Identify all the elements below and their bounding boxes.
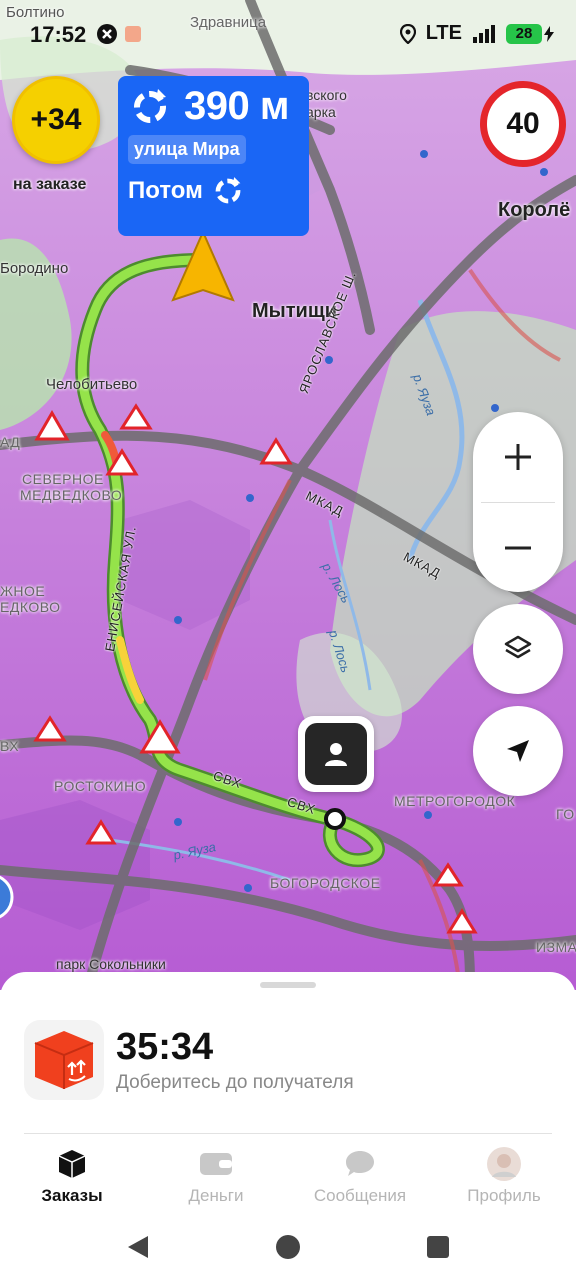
- map-label-district: МЕТРОГОРОДОК: [394, 793, 516, 809]
- zoom-in-button[interactable]: [473, 412, 563, 502]
- navigation-arrow-icon: [507, 740, 529, 762]
- map-label-district: МЕДВЕДКОВО: [20, 487, 123, 503]
- layers-icon: [504, 635, 532, 659]
- status-time: 17:52: [30, 22, 87, 47]
- roundabout-icon: [134, 88, 166, 123]
- map-label-district: БОГОРОДСКОЕ: [270, 875, 381, 891]
- home-icon[interactable]: [275, 1234, 301, 1260]
- tab-label: Деньги: [188, 1186, 244, 1205]
- tab-label: Заказы: [41, 1186, 103, 1205]
- map-label-district: РОСТОКИНО: [54, 778, 147, 794]
- maneuver-distance: 390 м: [184, 84, 289, 128]
- map-label-district: ЕДКОВО: [0, 599, 61, 615]
- minus-icon: [505, 546, 531, 550]
- tab-messages[interactable]: Сообщения: [288, 1136, 432, 1216]
- next-maneuver-label: Потом: [128, 177, 203, 204]
- charging-icon: [544, 25, 554, 42]
- map-label: Челобитьево: [46, 376, 138, 393]
- plus-icon: [505, 444, 531, 470]
- tab-label: Профиль: [467, 1186, 541, 1205]
- close-circle-icon: [97, 24, 117, 44]
- speed-limit-sign: 40: [480, 81, 566, 167]
- maneuver-street: улица Мира: [128, 135, 246, 164]
- battery-indicator: 28: [506, 23, 554, 44]
- order-sheet[interactable]: 35:34 Доберитесь до получателя: [0, 972, 576, 1132]
- map-label-district: ИЗМА: [536, 939, 576, 955]
- wallet-icon: [200, 1153, 232, 1175]
- signal-icon: [473, 24, 495, 43]
- bonus-caption: на заказе: [13, 176, 87, 193]
- bonus-badge[interactable]: +34: [12, 76, 100, 164]
- maneuver-panel[interactable]: 390 м улица Мира Потом: [118, 76, 309, 236]
- map-label-district: АД: [0, 434, 21, 450]
- map-label-district: СЕВЕРНОЕ: [22, 471, 104, 487]
- status-right: LTE 28: [399, 22, 554, 45]
- roundabout-icon: [215, 177, 241, 204]
- location-icon: [399, 23, 416, 44]
- order-subtitle: Доберитесь до получателя: [116, 1072, 354, 1093]
- tab-label: Сообщения: [313, 1186, 407, 1205]
- tab-profile[interactable]: Профиль: [432, 1136, 576, 1216]
- map-label-district: ВХ: [0, 738, 20, 754]
- status-bar: 17:52 LTE 28: [0, 0, 576, 70]
- back-icon[interactable]: [126, 1234, 150, 1260]
- parcel-icon: [24, 1020, 104, 1100]
- tab-orders[interactable]: Заказы: [0, 1136, 144, 1216]
- next-maneuver: Потом: [128, 174, 299, 208]
- person-icon: [325, 743, 347, 766]
- layers-button[interactable]: [473, 604, 563, 694]
- map-label: вского арка: [306, 87, 347, 120]
- eta-timer: 35:34: [116, 1026, 214, 1068]
- map-label-district: ЖНОЕ: [0, 583, 46, 599]
- zoom-control: [473, 412, 563, 592]
- tab-money[interactable]: Деньги: [144, 1136, 288, 1216]
- network-type: LTE: [425, 22, 462, 44]
- boxes-icon: [58, 1150, 86, 1178]
- battery-level: 28: [506, 23, 542, 44]
- destination-marker: [324, 808, 346, 830]
- zoom-out-button[interactable]: [473, 503, 563, 593]
- system-nav-bar: [0, 1216, 576, 1280]
- map-label-district: ГО: [556, 806, 575, 822]
- recipient-pin[interactable]: [298, 716, 374, 792]
- map-label-city: Королё: [498, 199, 571, 221]
- map-label: Бородино: [0, 260, 69, 277]
- chat-icon: [346, 1151, 374, 1176]
- recents-icon[interactable]: [426, 1235, 450, 1259]
- app-badge-icon: [125, 26, 141, 42]
- divider: [24, 1133, 552, 1134]
- avatar-icon: [487, 1147, 521, 1181]
- sheet-handle[interactable]: [260, 982, 316, 988]
- my-location-button[interactable]: [473, 706, 563, 796]
- status-notification-icons: [96, 23, 142, 45]
- tab-bar: Заказы Деньги Сообщения Профиль: [0, 1136, 576, 1216]
- map-label: парк Сокольники: [56, 956, 166, 972]
